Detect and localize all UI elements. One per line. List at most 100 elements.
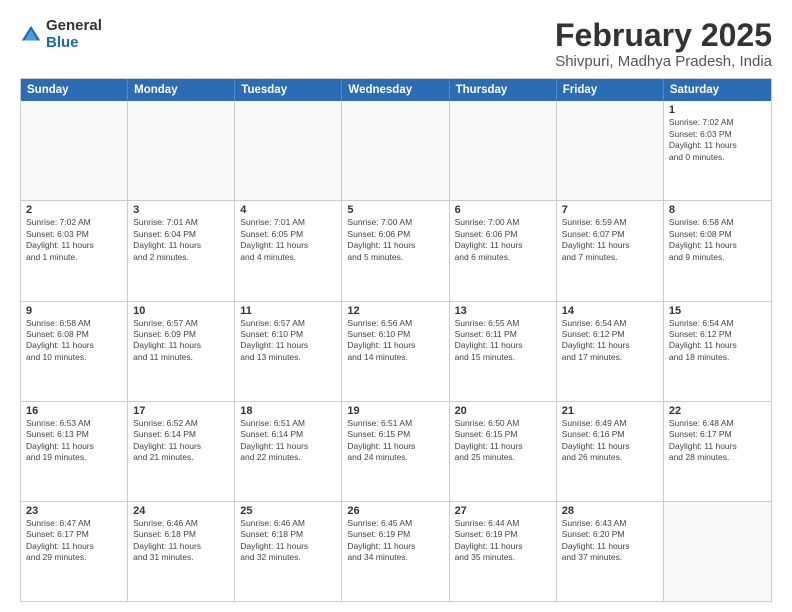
day-number: 20 — [455, 405, 551, 417]
day-number: 13 — [455, 305, 551, 317]
empty-cell-0-1 — [128, 101, 235, 200]
day-number: 7 — [562, 204, 658, 216]
day-cell-14: 14Sunrise: 6:54 AMSunset: 6:12 PMDayligh… — [557, 302, 664, 401]
day-number: 14 — [562, 305, 658, 317]
day-cell-28: 28Sunrise: 6:43 AMSunset: 6:20 PMDayligh… — [557, 502, 664, 601]
calendar: SundayMondayTuesdayWednesdayThursdayFrid… — [20, 78, 772, 602]
day-info: Sunrise: 6:52 AMSunset: 6:14 PMDaylight:… — [133, 418, 229, 464]
day-cell-10: 10Sunrise: 6:57 AMSunset: 6:09 PMDayligh… — [128, 302, 235, 401]
day-info: Sunrise: 6:43 AMSunset: 6:20 PMDaylight:… — [562, 518, 658, 564]
day-number: 18 — [240, 405, 336, 417]
weekday-header-friday: Friday — [557, 79, 664, 101]
day-number: 24 — [133, 505, 229, 517]
empty-cell-0-5 — [557, 101, 664, 200]
day-cell-5: 5Sunrise: 7:00 AMSunset: 6:06 PMDaylight… — [342, 201, 449, 300]
day-info: Sunrise: 6:54 AMSunset: 6:12 PMDaylight:… — [669, 318, 766, 364]
day-info: Sunrise: 6:51 AMSunset: 6:14 PMDaylight:… — [240, 418, 336, 464]
day-cell-22: 22Sunrise: 6:48 AMSunset: 6:17 PMDayligh… — [664, 402, 771, 501]
day-cell-27: 27Sunrise: 6:44 AMSunset: 6:19 PMDayligh… — [450, 502, 557, 601]
weekday-header-monday: Monday — [128, 79, 235, 101]
day-number: 12 — [347, 305, 443, 317]
day-info: Sunrise: 6:58 AMSunset: 6:08 PMDaylight:… — [669, 217, 766, 263]
day-number: 1 — [669, 104, 766, 116]
day-info: Sunrise: 7:01 AMSunset: 6:04 PMDaylight:… — [133, 217, 229, 263]
day-info: Sunrise: 7:02 AMSunset: 6:03 PMDaylight:… — [669, 117, 766, 163]
day-number: 22 — [669, 405, 766, 417]
day-info: Sunrise: 6:49 AMSunset: 6:16 PMDaylight:… — [562, 418, 658, 464]
logo-general-text: General — [46, 18, 102, 35]
day-info: Sunrise: 6:54 AMSunset: 6:12 PMDaylight:… — [562, 318, 658, 364]
day-info: Sunrise: 6:56 AMSunset: 6:10 PMDaylight:… — [347, 318, 443, 364]
day-number: 27 — [455, 505, 551, 517]
day-number: 16 — [26, 405, 122, 417]
logo-blue-text: Blue — [46, 35, 102, 52]
day-info: Sunrise: 6:44 AMSunset: 6:19 PMDaylight:… — [455, 518, 551, 564]
day-info: Sunrise: 6:46 AMSunset: 6:18 PMDaylight:… — [240, 518, 336, 564]
empty-cell-0-3 — [342, 101, 449, 200]
day-number: 11 — [240, 305, 336, 317]
logo: General Blue — [20, 18, 102, 51]
day-cell-20: 20Sunrise: 6:50 AMSunset: 6:15 PMDayligh… — [450, 402, 557, 501]
day-number: 4 — [240, 204, 336, 216]
weekday-header-tuesday: Tuesday — [235, 79, 342, 101]
day-cell-26: 26Sunrise: 6:45 AMSunset: 6:19 PMDayligh… — [342, 502, 449, 601]
day-info: Sunrise: 6:57 AMSunset: 6:09 PMDaylight:… — [133, 318, 229, 364]
day-info: Sunrise: 6:50 AMSunset: 6:15 PMDaylight:… — [455, 418, 551, 464]
day-number: 6 — [455, 204, 551, 216]
day-cell-3: 3Sunrise: 7:01 AMSunset: 6:04 PMDaylight… — [128, 201, 235, 300]
day-number: 5 — [347, 204, 443, 216]
day-cell-1: 1Sunrise: 7:02 AMSunset: 6:03 PMDaylight… — [664, 101, 771, 200]
weekday-header-wednesday: Wednesday — [342, 79, 449, 101]
day-number: 8 — [669, 204, 766, 216]
logo-icon — [20, 24, 42, 46]
day-number: 3 — [133, 204, 229, 216]
day-cell-2: 2Sunrise: 7:02 AMSunset: 6:03 PMDaylight… — [21, 201, 128, 300]
day-number: 19 — [347, 405, 443, 417]
day-cell-24: 24Sunrise: 6:46 AMSunset: 6:18 PMDayligh… — [128, 502, 235, 601]
day-cell-11: 11Sunrise: 6:57 AMSunset: 6:10 PMDayligh… — [235, 302, 342, 401]
day-cell-23: 23Sunrise: 6:47 AMSunset: 6:17 PMDayligh… — [21, 502, 128, 601]
day-cell-15: 15Sunrise: 6:54 AMSunset: 6:12 PMDayligh… — [664, 302, 771, 401]
day-cell-8: 8Sunrise: 6:58 AMSunset: 6:08 PMDaylight… — [664, 201, 771, 300]
page: General Blue February 2025 Shivpuri, Mad… — [0, 0, 792, 612]
title-block: February 2025 Shivpuri, Madhya Pradesh, … — [555, 18, 772, 70]
day-cell-19: 19Sunrise: 6:51 AMSunset: 6:15 PMDayligh… — [342, 402, 449, 501]
day-info: Sunrise: 6:45 AMSunset: 6:19 PMDaylight:… — [347, 518, 443, 564]
day-info: Sunrise: 6:47 AMSunset: 6:17 PMDaylight:… — [26, 518, 122, 564]
day-info: Sunrise: 6:48 AMSunset: 6:17 PMDaylight:… — [669, 418, 766, 464]
location-title: Shivpuri, Madhya Pradesh, India — [555, 53, 772, 70]
calendar-row-0: 1Sunrise: 7:02 AMSunset: 6:03 PMDaylight… — [21, 101, 771, 200]
calendar-row-4: 23Sunrise: 6:47 AMSunset: 6:17 PMDayligh… — [21, 501, 771, 601]
logo-text: General Blue — [46, 18, 102, 51]
month-title: February 2025 — [555, 18, 772, 53]
day-info: Sunrise: 6:57 AMSunset: 6:10 PMDaylight:… — [240, 318, 336, 364]
calendar-header: SundayMondayTuesdayWednesdayThursdayFrid… — [21, 79, 771, 101]
day-info: Sunrise: 6:46 AMSunset: 6:18 PMDaylight:… — [133, 518, 229, 564]
day-cell-21: 21Sunrise: 6:49 AMSunset: 6:16 PMDayligh… — [557, 402, 664, 501]
day-info: Sunrise: 6:58 AMSunset: 6:08 PMDaylight:… — [26, 318, 122, 364]
weekday-header-saturday: Saturday — [664, 79, 771, 101]
day-cell-9: 9Sunrise: 6:58 AMSunset: 6:08 PMDaylight… — [21, 302, 128, 401]
day-cell-16: 16Sunrise: 6:53 AMSunset: 6:13 PMDayligh… — [21, 402, 128, 501]
weekday-header-sunday: Sunday — [21, 79, 128, 101]
day-info: Sunrise: 6:51 AMSunset: 6:15 PMDaylight:… — [347, 418, 443, 464]
day-number: 17 — [133, 405, 229, 417]
day-info: Sunrise: 6:53 AMSunset: 6:13 PMDaylight:… — [26, 418, 122, 464]
day-cell-4: 4Sunrise: 7:01 AMSunset: 6:05 PMDaylight… — [235, 201, 342, 300]
day-number: 15 — [669, 305, 766, 317]
calendar-body: 1Sunrise: 7:02 AMSunset: 6:03 PMDaylight… — [21, 101, 771, 601]
day-info: Sunrise: 7:00 AMSunset: 6:06 PMDaylight:… — [455, 217, 551, 263]
calendar-row-2: 9Sunrise: 6:58 AMSunset: 6:08 PMDaylight… — [21, 301, 771, 401]
day-number: 21 — [562, 405, 658, 417]
calendar-row-1: 2Sunrise: 7:02 AMSunset: 6:03 PMDaylight… — [21, 200, 771, 300]
day-number: 10 — [133, 305, 229, 317]
day-info: Sunrise: 6:59 AMSunset: 6:07 PMDaylight:… — [562, 217, 658, 263]
day-number: 23 — [26, 505, 122, 517]
calendar-row-3: 16Sunrise: 6:53 AMSunset: 6:13 PMDayligh… — [21, 401, 771, 501]
day-number: 26 — [347, 505, 443, 517]
empty-cell-4-6 — [664, 502, 771, 601]
day-number: 2 — [26, 204, 122, 216]
day-cell-13: 13Sunrise: 6:55 AMSunset: 6:11 PMDayligh… — [450, 302, 557, 401]
day-cell-17: 17Sunrise: 6:52 AMSunset: 6:14 PMDayligh… — [128, 402, 235, 501]
day-info: Sunrise: 6:55 AMSunset: 6:11 PMDaylight:… — [455, 318, 551, 364]
